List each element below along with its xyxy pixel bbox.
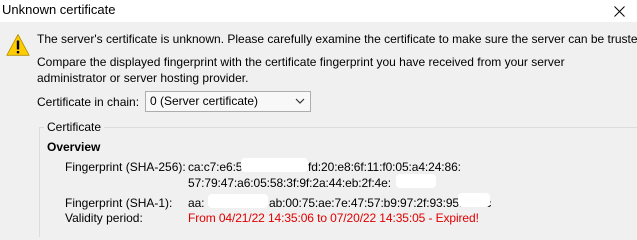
compare-instructions-line-2: administrator or server hosting provider…	[37, 71, 249, 85]
close-button[interactable]	[601, 0, 637, 22]
compare-instructions-line-1: Compare the displayed fingerprint with t…	[37, 55, 565, 69]
window-title: Unknown certificate	[2, 2, 116, 17]
chain-selected-value: 0 (Server certificate)	[150, 94, 259, 108]
certificate-group-label: Certificate	[44, 120, 105, 134]
validity-value: From 04/21/22 14:35:06 to 07/20/22 14:35…	[188, 211, 479, 225]
title-bar: Unknown certificate	[0, 0, 637, 22]
sha1-value-part-1: aa:	[188, 196, 205, 210]
close-icon	[613, 5, 625, 17]
redaction-mark	[208, 194, 268, 208]
warning-icon	[6, 34, 30, 56]
overview-heading: Overview	[47, 140, 101, 154]
sha256-label: Fingerprint (SHA-256):	[65, 160, 186, 174]
certificate-dialog: Unknown certificate The server's certifi…	[0, 0, 637, 237]
sha256-value-part-1: ca:c7:e6:5	[188, 160, 243, 174]
chevron-down-icon	[295, 98, 305, 104]
redaction-mark	[241, 158, 308, 172]
sha256-value-part-2: fd:20:e8:6f:11:f0:05:a4:24:86:	[308, 160, 461, 174]
validity-label: Validity period:	[65, 211, 143, 225]
sha256-value-part-3: 57:79:47:a6:05:58:3f:9f:2a:44:eb:2f:4e:	[188, 176, 391, 190]
chain-label: Certificate in chain:	[37, 95, 140, 109]
certificate-chain-select[interactable]: 0 (Server certificate)	[145, 91, 311, 112]
warning-message: The server's certificate is unknown. Ple…	[37, 32, 637, 46]
redaction-mark	[396, 174, 436, 188]
redaction-mark	[458, 193, 490, 207]
sha1-label: Fingerprint (SHA-1):	[65, 196, 173, 210]
